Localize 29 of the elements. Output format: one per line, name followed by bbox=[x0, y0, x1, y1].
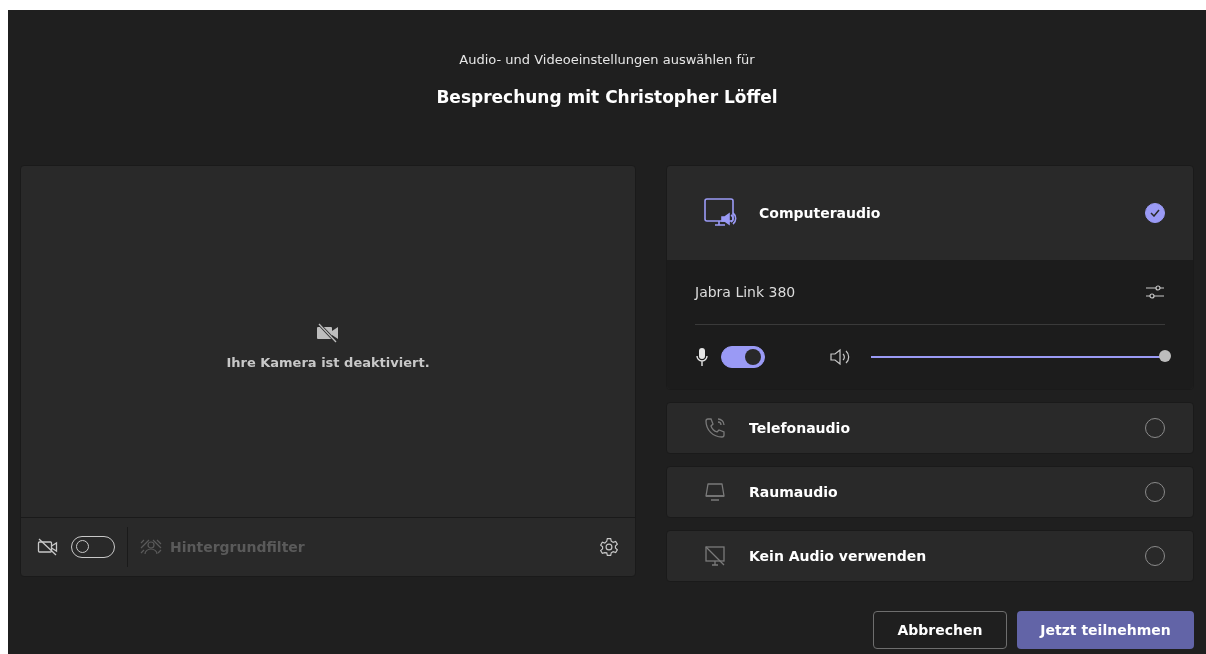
audio-option[interactable]: Computeraudio Jabra Link 380 bbox=[666, 165, 1194, 390]
room-device-icon bbox=[703, 480, 727, 504]
background-blur-icon bbox=[140, 539, 162, 555]
audio-option[interactable]: Raumaudio bbox=[666, 466, 1194, 518]
camera-status-text: Ihre Kamera ist deaktiviert. bbox=[226, 355, 430, 370]
radio-button[interactable] bbox=[1145, 203, 1165, 223]
option-label: Raumaudio bbox=[749, 484, 839, 500]
check-icon bbox=[1150, 209, 1160, 217]
camera-off-icon bbox=[37, 538, 59, 556]
option-label: Computeraudio bbox=[759, 205, 882, 221]
subtitle: Audio- und Videoeinstellungen auswählen für bbox=[459, 52, 755, 67]
speaker-icon bbox=[829, 347, 851, 367]
option-label: Telefonaudio bbox=[749, 420, 851, 436]
camera-off-icon bbox=[316, 323, 340, 343]
join-button[interactable]: Jetzt teilnehmen bbox=[1017, 611, 1194, 649]
audio-option[interactable]: Telefonaudio bbox=[666, 402, 1194, 454]
audio-option[interactable]: Kein Audio verwenden bbox=[666, 530, 1194, 582]
sliders-icon[interactable] bbox=[1145, 283, 1165, 301]
microphone-toggle[interactable] bbox=[721, 346, 765, 368]
microphone-icon bbox=[695, 347, 709, 367]
volume-thumb[interactable] bbox=[1159, 350, 1171, 362]
option-label: Kein Audio verwenden bbox=[749, 548, 928, 564]
phone-icon bbox=[703, 416, 727, 440]
monitor-muted-icon bbox=[703, 544, 727, 568]
cancel-button[interactable]: Abbrechen bbox=[873, 611, 1007, 649]
settings-icon[interactable] bbox=[599, 537, 619, 557]
monitor-speaker-icon bbox=[703, 197, 737, 229]
device-name: Jabra Link 380 bbox=[695, 284, 797, 300]
meeting-title: Besprechung mit Christopher Löffel bbox=[436, 87, 778, 107]
